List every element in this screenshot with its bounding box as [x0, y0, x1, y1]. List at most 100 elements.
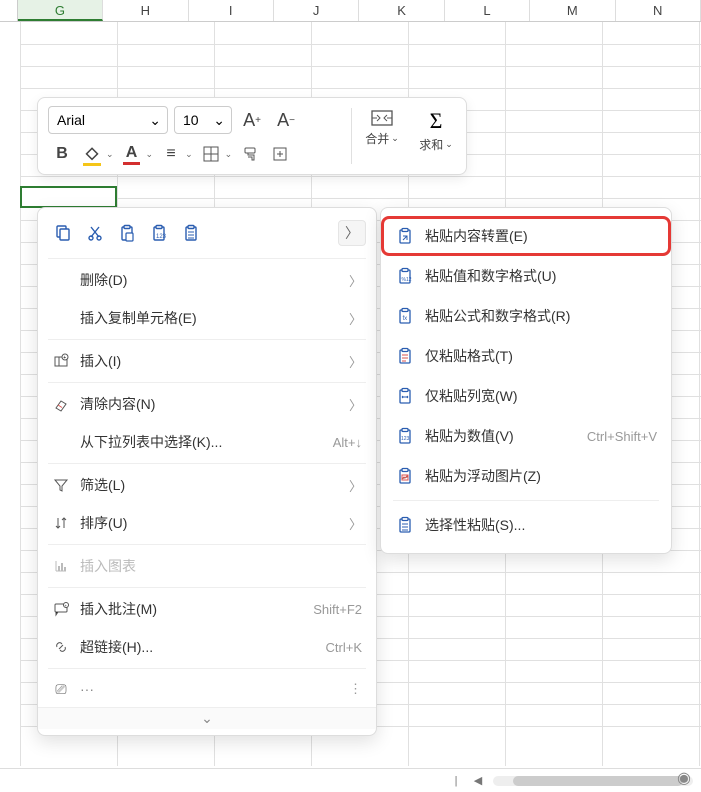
- submenu-paste-col-width[interactable]: 仅粘贴列宽(W): [381, 376, 671, 416]
- comment-icon: +: [52, 600, 70, 618]
- column-header[interactable]: L: [445, 0, 530, 21]
- chevron-right-icon: 〉: [345, 223, 359, 243]
- shortcut-label: Ctrl+Shift+V: [587, 429, 657, 444]
- column-header[interactable]: H: [103, 0, 188, 21]
- column-header[interactable]: J: [274, 0, 359, 21]
- menu-sort[interactable]: 排序(U)〉: [38, 504, 376, 542]
- menu-insert-chart: 插入图表: [38, 547, 376, 585]
- chevron-down-icon: ⌄: [391, 133, 399, 144]
- svg-text:123: 123: [156, 234, 167, 240]
- chevron-down-icon: ⌄: [183, 149, 195, 160]
- chevron-right-icon: 〉: [349, 395, 362, 414]
- font-size-value: 10: [183, 112, 199, 128]
- chevron-down-icon: ⌄: [201, 710, 213, 726]
- eraser-icon: [52, 395, 70, 413]
- link-icon: [52, 638, 70, 656]
- paste-format-button[interactable]: [176, 218, 206, 248]
- borders-split[interactable]: ⌄: [197, 140, 235, 168]
- menu-label: 清除内容(N): [80, 394, 339, 414]
- menu-label: 插入(I): [80, 351, 339, 371]
- merge-label: 合并: [365, 130, 389, 147]
- mini-toolbar: Arial ⌄ 10 ⌄ A+ A− B ◇ ⌄ A ⌄ ≡ ⌄: [37, 97, 467, 175]
- paste-values-button[interactable]: 123: [144, 218, 174, 248]
- submenu-paste-formula-numfmt[interactable]: fx 粘贴公式和数字格式(R): [381, 296, 671, 336]
- menu-delete[interactable]: 删除(D)〉: [38, 261, 376, 299]
- fill-color-icon: ◇: [83, 143, 101, 166]
- font-color-split[interactable]: A ⌄: [118, 140, 156, 168]
- corner-cell[interactable]: [0, 0, 18, 21]
- copy-button[interactable]: [48, 218, 78, 248]
- paste-button[interactable]: [112, 218, 142, 248]
- submenu-paste-transpose[interactable]: 粘贴内容转置(E): [381, 216, 671, 256]
- sum-label: 求和: [419, 136, 443, 153]
- chevron-down-icon: ⌄: [223, 149, 235, 160]
- menu-clear[interactable]: 清除内容(N) 〉: [38, 385, 376, 423]
- submenu-paste-values-numfmt[interactable]: %12 粘贴值和数字格式(U): [381, 256, 671, 296]
- menu-label: 超链接(H)...: [80, 637, 316, 657]
- cut-button[interactable]: [80, 218, 110, 248]
- menu-insert-copied[interactable]: 插入复制单元格(E) 〉: [38, 299, 376, 337]
- align-split[interactable]: ≡ ⌄: [157, 140, 195, 168]
- paste-more-button[interactable]: 〉: [338, 220, 366, 246]
- selected-cell[interactable]: [20, 186, 117, 208]
- column-header-row: G H I J K L M N: [0, 0, 701, 22]
- clipboard-transpose-icon: [395, 226, 415, 246]
- submenu-label: 粘贴为数值(V): [425, 426, 577, 446]
- menu-insert-comment[interactable]: + 插入批注(M)Shift+F2: [38, 590, 376, 628]
- column-header[interactable]: G: [18, 0, 103, 21]
- scroll-thumb[interactable]: [513, 776, 683, 786]
- font-family-select[interactable]: Arial ⌄: [48, 106, 168, 134]
- chevron-right-icon: 〉: [349, 309, 362, 328]
- format-painter-button[interactable]: [236, 140, 264, 168]
- horizontal-scrollbar-area: | ◀: [0, 768, 701, 792]
- menu-label: 插入批注(M): [80, 599, 303, 619]
- submenu-paste-as-image[interactable]: 粘贴为浮动图片(Z): [381, 456, 671, 496]
- sum-button[interactable]: Σ 求和⌄: [416, 106, 456, 153]
- fill-color-split[interactable]: ◇ ⌄: [78, 140, 116, 168]
- column-header[interactable]: I: [189, 0, 274, 21]
- menu-dropdown-pick[interactable]: 从下拉列表中选择(K)...Alt+↓: [38, 423, 376, 461]
- clipboard-colwidth-icon: [395, 386, 415, 406]
- merge-icon: [371, 108, 393, 128]
- submenu-paste-as-values[interactable]: 123 粘贴为数值(V) Ctrl+Shift+V: [381, 416, 671, 456]
- submenu-label: 粘贴值和数字格式(U): [425, 266, 657, 286]
- bold-button[interactable]: B: [48, 140, 76, 168]
- menu-label: 从下拉列表中选择(K)...: [80, 432, 323, 452]
- submenu-paste-format-only[interactable]: 仅粘贴格式(T): [381, 336, 671, 376]
- sort-icon: [52, 514, 70, 532]
- chevron-down-icon: ⌄: [144, 149, 156, 160]
- menu-label: 排序(U): [80, 513, 339, 533]
- scroll-track[interactable]: [493, 776, 693, 786]
- svg-text:+: +: [63, 355, 66, 361]
- column-header[interactable]: K: [359, 0, 444, 21]
- clipboard-image-icon: [395, 466, 415, 486]
- clipboard-formula-icon: fx: [395, 306, 415, 326]
- svg-text:%12: %12: [402, 277, 412, 283]
- align-icon: ≡: [157, 140, 185, 168]
- column-header[interactable]: M: [530, 0, 615, 21]
- clipboard-values-icon: %12: [395, 266, 415, 286]
- context-menu: 123 〉 删除(D)〉 插入复制单元格(E)〉 + 插入(I)〉 清除内容(N…: [37, 207, 377, 736]
- chart-icon: [52, 557, 70, 575]
- submenu-label: 仅粘贴格式(T): [425, 346, 657, 366]
- increase-font-button[interactable]: A+: [238, 106, 266, 134]
- submenu-label: 选择性粘贴(S)...: [425, 515, 657, 535]
- clipboard-format-icon: [395, 346, 415, 366]
- scroll-start-button[interactable]: |: [449, 775, 463, 787]
- more-icon: ⋮: [349, 681, 362, 697]
- menu-insert[interactable]: + 插入(I)〉: [38, 342, 376, 380]
- font-size-select[interactable]: 10 ⌄: [174, 106, 232, 134]
- menu-label: 插入复制单元格(E): [80, 308, 339, 328]
- shortcut-label: Ctrl+K: [326, 640, 362, 655]
- menu-hyperlink[interactable]: 超链接(H)... Ctrl+K: [38, 628, 376, 666]
- menu-item-truncated[interactable]: ⎚ ··· ⋮: [38, 671, 376, 707]
- menu-expand-handle[interactable]: ⌄: [38, 707, 376, 729]
- menu-filter[interactable]: 筛选(L)〉: [38, 466, 376, 504]
- eye-icon[interactable]: ◉: [677, 768, 691, 788]
- column-header[interactable]: N: [616, 0, 701, 21]
- autofit-button[interactable]: [266, 140, 294, 168]
- submenu-paste-special[interactable]: 选择性粘贴(S)...: [381, 505, 671, 545]
- decrease-font-button[interactable]: A−: [272, 106, 300, 134]
- merge-button[interactable]: 合并⌄: [362, 106, 402, 147]
- scroll-left-button[interactable]: ◀: [471, 774, 485, 787]
